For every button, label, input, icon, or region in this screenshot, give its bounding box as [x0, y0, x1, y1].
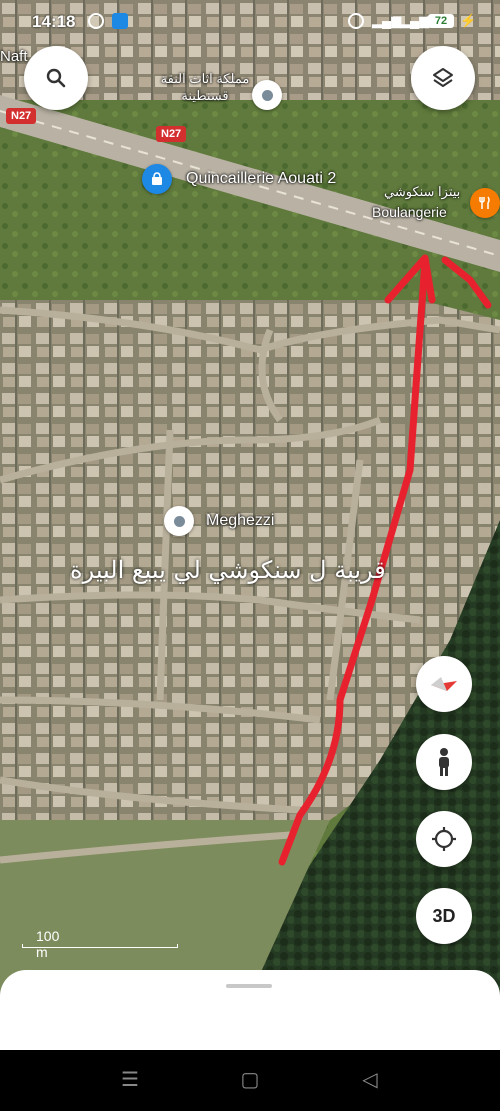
status-bar: 14:18 ▂▄▆ ▂▄▆ 72 ⚡ — [0, 0, 500, 42]
shopping-bag-icon[interactable] — [142, 164, 172, 194]
label-boulangerie-ar: بيتزا سنكوشي — [384, 184, 461, 199]
label-meghezzi[interactable]: Meghezzi — [206, 512, 274, 530]
compass-icon — [431, 677, 457, 691]
clock-time: 14:18 — [32, 12, 76, 31]
layers-button[interactable] — [411, 46, 475, 110]
search-button[interactable] — [24, 46, 88, 110]
handwritten-note: قريبة ل سنكوشي لي يبيع البيرة — [70, 556, 386, 584]
label-boulangerie[interactable]: Boulangerie — [372, 204, 447, 220]
street-view-button[interactable] — [416, 734, 472, 790]
poi-pin-furniture[interactable] — [252, 80, 282, 110]
signal-4g-icon: ▂▄▆ — [400, 13, 430, 28]
search-icon — [46, 68, 66, 88]
bottom-sheet[interactable] — [0, 970, 500, 1050]
pegman-icon — [439, 748, 449, 776]
home-icon[interactable]: ▢ — [238, 1070, 262, 1090]
compass-button[interactable] — [416, 656, 472, 712]
layers-icon — [433, 68, 453, 87]
app-notification-icon — [112, 13, 128, 29]
label-quincaillerie[interactable]: Quincaillerie Aouati 2 — [186, 170, 336, 188]
3d-button[interactable]: 3D — [416, 888, 472, 944]
sheet-drag-handle[interactable] — [226, 984, 272, 988]
notification-icon — [88, 13, 104, 29]
label-furniture-shop: مملكة اثاث النقة قسنطينة — [160, 71, 250, 103]
battery-indicator: 72 — [428, 14, 454, 28]
scale-line — [22, 944, 178, 948]
menu-icon[interactable]: ☰ — [118, 1070, 142, 1090]
poi-pin-meghezzi[interactable] — [164, 506, 194, 536]
my-location-button[interactable] — [416, 811, 472, 867]
road-shield-n27-center: N27 — [156, 126, 187, 142]
road-shield-n27-west: N27 — [6, 108, 37, 124]
restaurant-icon[interactable] — [470, 188, 500, 218]
system-nav-bar: ☰ ▢ ◁ — [0, 1050, 500, 1111]
charging-icon: ⚡ — [460, 13, 477, 28]
alarm-icon — [348, 13, 364, 29]
signal-icon: ▂▄▆ — [372, 13, 402, 28]
label-naft: Naft — [0, 48, 28, 65]
crosshair-icon — [432, 827, 456, 851]
back-icon[interactable]: ◁ — [358, 1070, 382, 1090]
